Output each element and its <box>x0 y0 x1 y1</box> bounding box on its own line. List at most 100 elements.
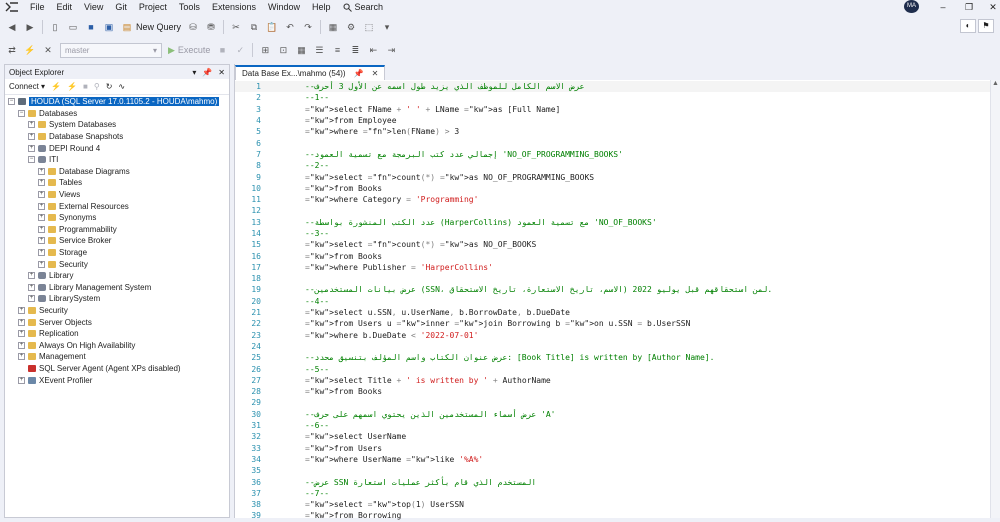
tree-node[interactable]: + Management <box>5 351 229 363</box>
activity-monitor-icon[interactable]: ∿ <box>118 82 125 91</box>
uncomment-icon[interactable]: ≣ <box>349 44 361 56</box>
collapse-icon[interactable]: − <box>8 98 15 106</box>
pin-tab-icon[interactable]: 📌 <box>354 69 364 78</box>
menu-view[interactable]: View <box>78 0 109 14</box>
menu-file[interactable]: File <box>24 0 51 14</box>
code-line[interactable]: 1 --عرض الاسم الكامل للموظف الذي يزيد طول… <box>235 81 991 93</box>
code-line[interactable]: 13 --عدد الكتب المنشورة بواسطة (HarperCol… <box>235 217 991 228</box>
code-line[interactable]: 18 <box>235 273 991 284</box>
expand-icon[interactable]: + <box>38 167 45 175</box>
code-area[interactable]: 1 --عرض الاسم الكامل للموظف الذي يزيد طول… <box>235 81 991 522</box>
expand-icon[interactable]: + <box>28 144 35 152</box>
tree-node[interactable]: + Library Management System <box>5 282 229 294</box>
code-line[interactable]: 30 --عرض أسماء المستخدمين الذين يحتوي اسم… <box>235 409 991 420</box>
code-line[interactable]: 23 ="kw">where b.DueDate < '2022-07-01' <box>235 330 991 341</box>
results-to-grid-icon[interactable]: ▦ <box>295 44 307 56</box>
code-line[interactable]: 21 ="kw">select u.SSN, u.UserName, b.Borr… <box>235 307 991 318</box>
code-line[interactable]: 17 ="kw">where Publisher = 'HarperCollins… <box>235 262 991 273</box>
expand-icon[interactable]: + <box>38 179 45 187</box>
expand-icon[interactable]: + <box>18 318 25 326</box>
forward-icon[interactable]: ▶ <box>24 21 36 33</box>
customize-icon[interactable]: ▾ <box>381 21 393 33</box>
tree-node[interactable]: + Programmability <box>5 224 229 236</box>
code-line[interactable]: 9 ="kw">select ="fn">count(*) ="kw">as NO… <box>235 171 991 182</box>
tree-node[interactable]: + Tables <box>5 177 229 189</box>
expand-icon[interactable]: + <box>28 283 35 291</box>
copy-icon[interactable]: ⧉ <box>248 21 260 33</box>
code-line[interactable]: 20 --4-- <box>235 296 991 307</box>
code-line[interactable]: 37 --7-- <box>235 488 991 499</box>
expand-icon[interactable]: + <box>28 295 35 303</box>
menu-extensions[interactable]: Extensions <box>206 0 262 14</box>
tree-node[interactable]: + LibrarySystem <box>5 293 229 305</box>
menu-help[interactable]: Help <box>306 0 337 14</box>
code-line[interactable]: 10 ="kw">from Books <box>235 183 991 194</box>
expand-icon[interactable]: + <box>38 191 45 199</box>
estimated-plan-icon[interactable]: ⊞ <box>259 44 271 56</box>
new-file-icon[interactable]: ▯ <box>49 21 61 33</box>
expand-icon[interactable]: + <box>18 353 25 361</box>
vertical-scrollbar[interactable]: ▲ <box>990 80 1000 518</box>
restore-icon[interactable]: ❐ <box>962 0 976 14</box>
code-line[interactable]: 32 ="kw">select UserName <box>235 431 991 442</box>
tree-node[interactable]: + XEvent Profiler <box>5 374 229 386</box>
expand-icon[interactable]: + <box>18 341 25 349</box>
redo-icon[interactable]: ↷ <box>302 21 314 33</box>
code-line[interactable]: 39 ="kw">from Borrowing <box>235 510 991 521</box>
tree-node[interactable]: + Replication <box>5 328 229 340</box>
code-line[interactable]: 26 --5-- <box>235 363 991 374</box>
code-line[interactable]: 38 ="kw">select ="kw">top(1) UserSSN <box>235 499 991 510</box>
tree-node[interactable]: + Server Objects <box>5 316 229 328</box>
code-line[interactable]: 16 ="kw">from Books <box>235 250 991 261</box>
copilot-icon[interactable]: ◐ <box>960 19 976 33</box>
code-line[interactable]: 2 --1-- <box>235 92 991 103</box>
connect-plug-icon[interactable]: ⚡ <box>51 82 61 91</box>
tree-node[interactable]: + Security <box>5 258 229 270</box>
close-panel-icon[interactable]: ✕ <box>218 68 225 77</box>
code-line[interactable]: 14 --3-- <box>235 228 991 239</box>
disconnect-icon[interactable]: ✕ <box>42 44 54 56</box>
expand-icon[interactable]: + <box>38 225 45 233</box>
paste-icon[interactable]: 📋 <box>266 21 278 33</box>
code-line[interactable]: 8 --2-- <box>235 160 991 171</box>
code-line[interactable]: 11 ="kw">where Category = 'Programming' <box>235 194 991 205</box>
menu-tools[interactable]: Tools <box>173 0 206 14</box>
execute-button[interactable]: ▶ Execute <box>168 45 210 56</box>
disconnect-plug-icon[interactable]: ⚡ <box>67 82 77 91</box>
code-line[interactable]: 15 ="kw">select ="fn">count(*) ="kw">as N… <box>235 239 991 250</box>
open-folder-icon[interactable]: ▭ <box>67 21 79 33</box>
expand-icon[interactable]: + <box>38 202 45 210</box>
avatar[interactable]: MA <box>904 0 919 13</box>
expand-icon[interactable]: + <box>28 121 35 129</box>
expand-icon[interactable]: + <box>18 330 25 338</box>
code-line[interactable]: 28 ="kw">from Books <box>235 386 991 397</box>
cut-icon[interactable]: ✂ <box>230 21 242 33</box>
menu-project[interactable]: Project <box>133 0 173 14</box>
search-box[interactable]: Search <box>337 2 390 12</box>
tree-node[interactable]: + Always On High Availability <box>5 339 229 351</box>
query-options-icon[interactable]: ⊡ <box>277 44 289 56</box>
new-query-button[interactable]: ▤ New Query <box>121 21 181 33</box>
database-select[interactable]: master ▾ <box>60 42 162 58</box>
close-icon[interactable]: ✕ <box>986 0 1000 14</box>
code-line[interactable]: 31 --6-- <box>235 420 991 431</box>
tree-node[interactable]: + System Databases <box>5 119 229 131</box>
comment-out-icon[interactable]: ≡ <box>331 44 343 56</box>
code-line[interactable]: 22 ="kw">from Users u ="kw">inner ="kw">j… <box>235 318 991 329</box>
collapse-icon[interactable]: − <box>18 109 25 117</box>
code-line[interactable]: 35 <box>235 465 991 476</box>
expand-icon[interactable]: + <box>28 272 35 280</box>
save-all-icon[interactable]: ▣ <box>103 21 115 33</box>
code-line[interactable]: 7 --إجمالي عدد كتب البرمجة مع تسمية العمو… <box>235 149 991 160</box>
menu-edit[interactable]: Edit <box>51 0 79 14</box>
object-explorer-icon[interactable]: ▦ <box>327 21 339 33</box>
menu-window[interactable]: Window <box>262 0 306 14</box>
expand-icon[interactable]: + <box>28 133 35 141</box>
database-engine-query-icon[interactable]: ⛁ <box>187 21 199 33</box>
results-to-text-icon[interactable]: ☰ <box>313 44 325 56</box>
cancel-execution-icon[interactable]: ■ <box>216 44 228 56</box>
scroll-up-icon[interactable]: ▲ <box>991 80 1000 87</box>
code-line[interactable]: 6 <box>235 137 991 148</box>
expand-icon[interactable]: + <box>38 260 45 268</box>
expand-icon[interactable]: + <box>18 376 25 384</box>
